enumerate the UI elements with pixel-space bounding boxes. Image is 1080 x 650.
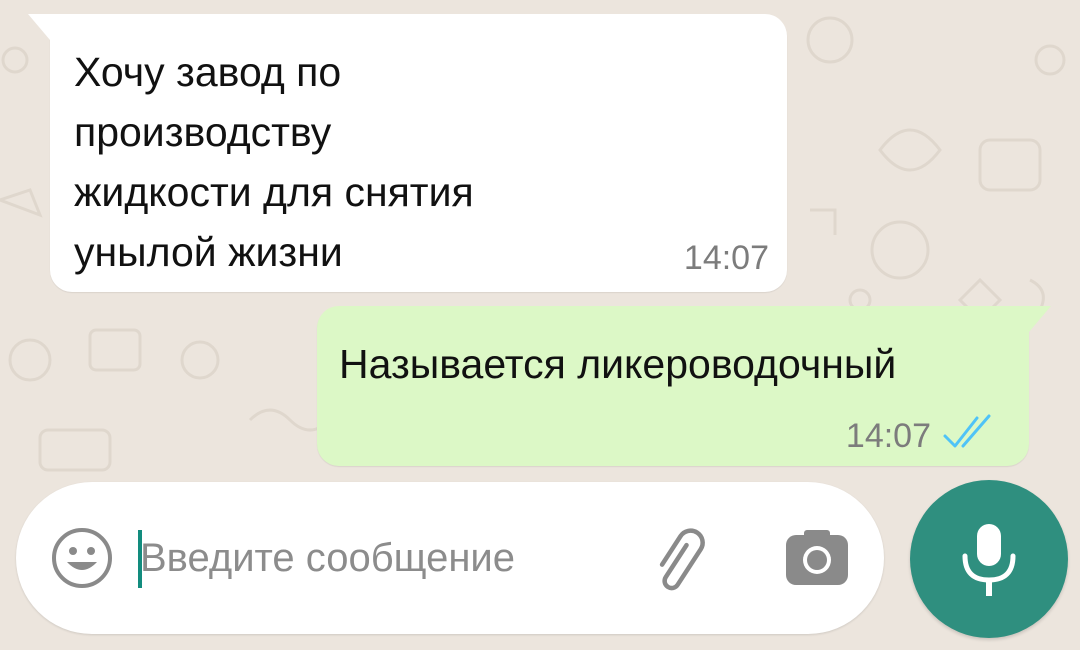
incoming-message[interactable]: Хочу завод по производству жидкости для … — [28, 14, 787, 292]
emoji-icon[interactable] — [50, 526, 114, 590]
double-check-icon — [943, 414, 991, 448]
message-time: 14:07 — [845, 417, 931, 455]
voice-record-button[interactable] — [910, 480, 1068, 638]
message-time: 14:07 — [683, 239, 769, 277]
bubble-tail — [28, 14, 50, 40]
microphone-icon — [962, 524, 1016, 596]
message-text: Называется ликероводочный — [339, 341, 897, 387]
message-input[interactable] — [140, 526, 590, 590]
camera-icon[interactable] — [784, 529, 850, 587]
message-composer — [16, 482, 884, 634]
outgoing-message[interactable]: Называется ликероводочный 14:07 — [317, 306, 1051, 466]
bubble-tail — [1029, 306, 1051, 332]
message-text: Хочу завод по производству жидкости для … — [74, 49, 474, 275]
paperclip-icon[interactable] — [648, 526, 720, 598]
